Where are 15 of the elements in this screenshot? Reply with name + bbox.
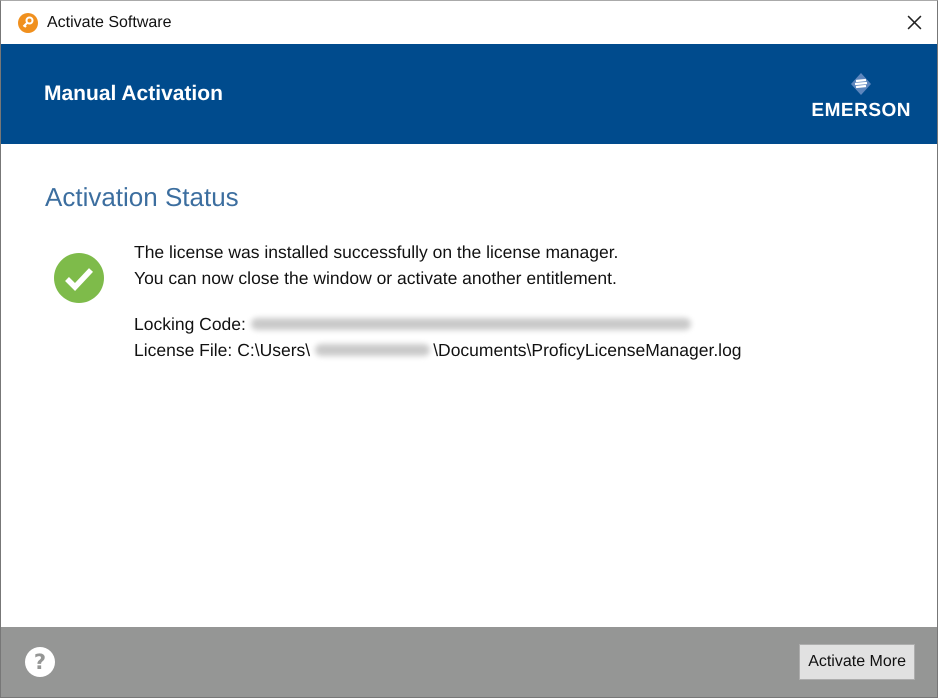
close-icon <box>906 15 922 30</box>
locking-code-label: Locking Code: <box>134 313 246 336</box>
logo-icon <box>849 72 874 96</box>
file-path: C:\Users\ <box>237 339 310 362</box>
logo-text: EMERSON <box>811 100 911 122</box>
status-message: You can now close the window or activate another entitlement. <box>134 267 618 290</box>
activate-more-button[interactable]: Activate More <box>799 644 915 680</box>
status-message: The license was installed successfully on the license manager. <box>134 241 620 264</box>
window-title: Activate Software <box>47 14 172 32</box>
license-file-label: License File: <box>134 339 232 362</box>
key-icon <box>18 12 38 32</box>
header-title: Manual Activation <box>44 82 223 106</box>
success-check-icon <box>54 253 104 303</box>
status-heading: Activation Status <box>45 182 240 213</box>
file-path: \Documents\ProficyLicenseManager.log <box>433 339 742 362</box>
